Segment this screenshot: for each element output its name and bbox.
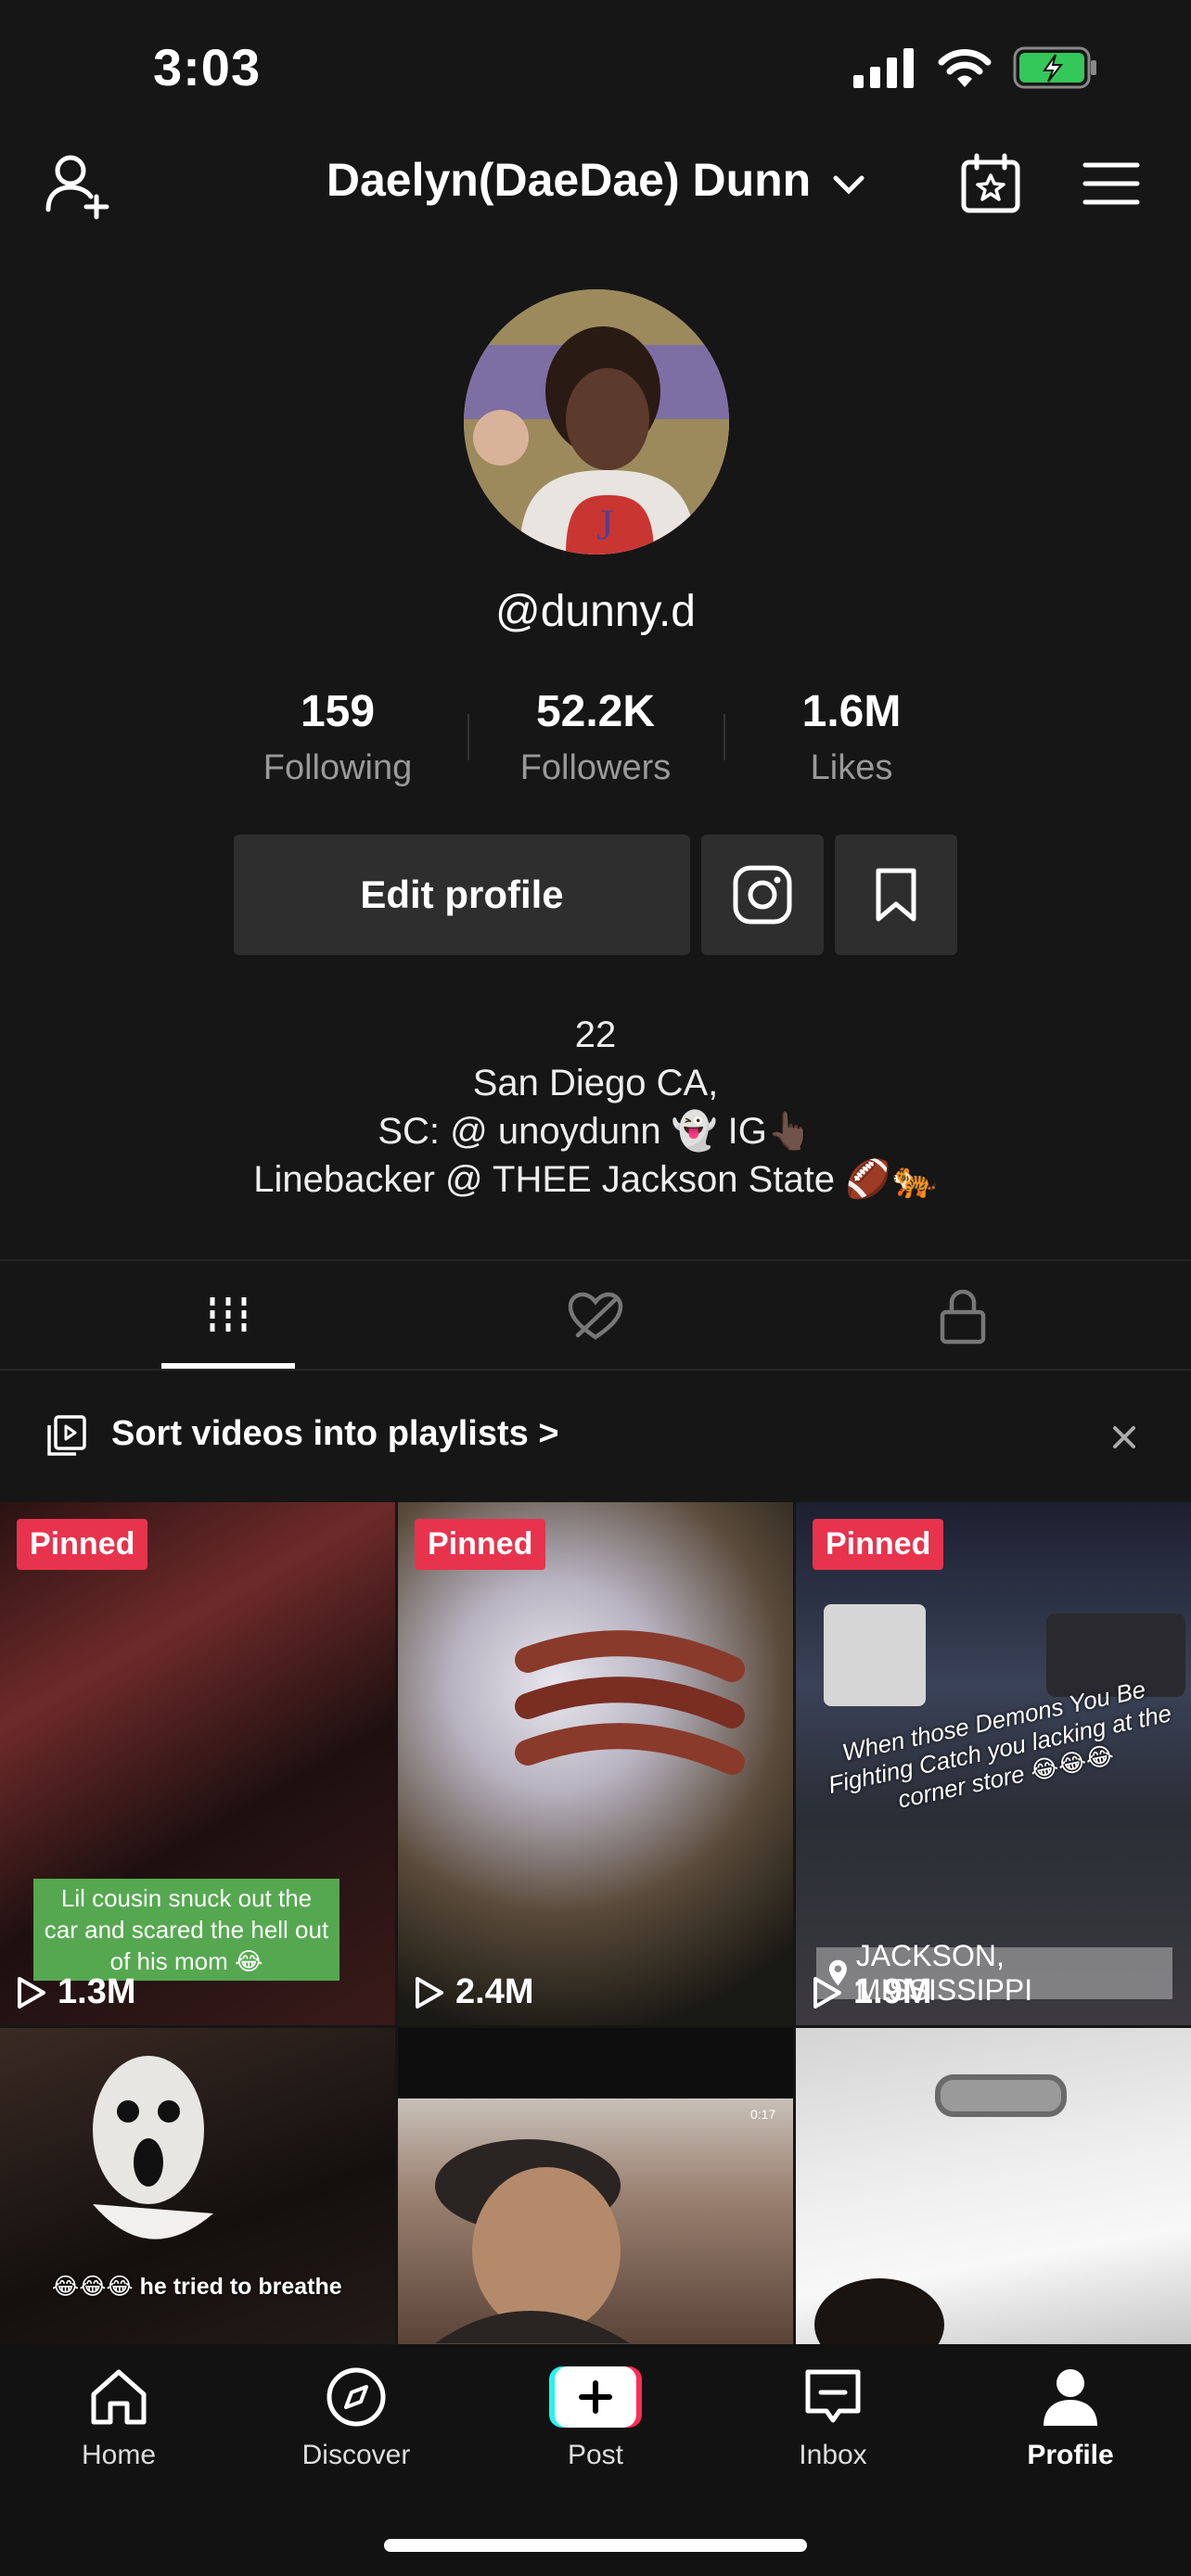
avatar[interactable]: J [464, 289, 729, 555]
bio-line: 22 [574, 1014, 617, 1055]
chevron-down-icon [833, 153, 864, 207]
profile-name: Daelyn(DaeDae) Dunn [326, 154, 812, 206]
video-thumbnail[interactable]: Pinned Lil cousin snuck out the car and … [0, 1502, 395, 2025]
followers-count: 52.2K [535, 687, 656, 736]
instagram-icon [733, 865, 792, 925]
lock-icon [940, 1289, 986, 1345]
status-icons [852, 46, 1098, 89]
sausage-image [515, 1630, 745, 1775]
video-thumbnail[interactable]: When those Demons You Be Fighting Catch … [796, 1502, 1191, 2025]
sort-playlists-link[interactable]: Sort videos into playlists > [111, 1414, 559, 1454]
video-thumbnail[interactable]: 😂😂😂 he tried to breathe [0, 2028, 395, 2344]
bio-line: SC: @ unoydunn 👻 IG👆🏿 [378, 1111, 813, 1152]
play-icon [416, 1976, 443, 2009]
bio-line: San Diego CA, [472, 1063, 719, 1103]
followers-label: Followers [519, 748, 672, 787]
nav-inbox[interactable]: Inbox [714, 2365, 952, 2471]
tab-private[interactable] [896, 1270, 1030, 1363]
person-head-image [814, 2278, 944, 2344]
home-icon [91, 2369, 147, 2425]
bio-line: Linebacker @ THEE Jackson State 🏈🐅 [253, 1159, 938, 1200]
nav-post[interactable]: Post [477, 2365, 714, 2471]
tabs-divider [0, 1259, 1191, 1261]
video-timestamp: 0:17 [750, 2107, 776, 2122]
home-indicator[interactable] [384, 2539, 807, 2552]
play-icon [813, 1976, 841, 2009]
view-count-value: 1.9M [853, 1972, 932, 2011]
nav-label: Post [567, 2440, 624, 2470]
favorites-button[interactable] [835, 835, 957, 955]
close-icon [1113, 1426, 1135, 1448]
calendar-star-icon [961, 153, 1020, 213]
tab-videos[interactable] [161, 1270, 295, 1363]
video-thumbnail[interactable]: 0:17 [398, 2028, 793, 2344]
person-icon [1044, 2369, 1097, 2426]
video-caption: Lil cousin snuck out the car and scared … [33, 1879, 339, 1981]
view-count-value: 2.4M [455, 1972, 534, 2011]
svg-text:J: J [596, 501, 614, 550]
view-count: 1.3M [15, 1972, 135, 2012]
video-thumbnail[interactable] [796, 2028, 1191, 2344]
pinned-badge: Pinned [415, 1519, 546, 1570]
following-count: 159 [300, 687, 376, 736]
edit-profile-button[interactable]: Edit profile [234, 835, 690, 955]
nav-label: Profile [1027, 2440, 1114, 2470]
nav-profile[interactable]: Profile [952, 2365, 1189, 2471]
tab-liked[interactable] [529, 1270, 662, 1363]
view-count-value: 1.3M [58, 1972, 136, 2011]
heart-hidden-icon [568, 1292, 623, 1340]
grid-icon [210, 1297, 247, 1336]
playlist-icon [46, 1414, 87, 1461]
nav-discover[interactable]: Discover [237, 2365, 475, 2471]
tabs-divider [0, 1369, 1191, 1371]
edit-profile-label: Edit profile [360, 873, 564, 916]
battery-charging-icon [1013, 46, 1096, 89]
bio: 22 San Diego CA, SC: @ unoydunn 👻 IG👆🏿 L… [0, 1011, 1191, 1204]
status-time: 3:03 [153, 38, 262, 96]
pinned-badge: Pinned [17, 1519, 148, 1570]
compass-icon [327, 2367, 386, 2427]
view-count: 1.9M [811, 1972, 931, 2012]
bookmark-icon [876, 868, 916, 922]
person-image [435, 2139, 630, 2343]
cellular-signal-icon [853, 48, 914, 88]
car-handle-image [935, 2074, 1067, 2117]
nav-label: Home [81, 2440, 157, 2470]
followers-stat[interactable]: 52.2K Followers [467, 686, 724, 788]
following-label: Following [263, 748, 413, 787]
van-image [824, 1604, 926, 1706]
pinned-badge: Pinned [813, 1519, 944, 1570]
inbox-icon [805, 2369, 861, 2423]
video-thumbnail[interactable]: Pinned 2.4M [398, 1502, 793, 2025]
mask-image [93, 2056, 213, 2239]
likes-stat[interactable]: 1.6M Likes [724, 686, 980, 788]
creator-tools-button[interactable] [955, 148, 1026, 219]
wifi-icon [938, 49, 992, 87]
instagram-button[interactable] [701, 835, 824, 955]
nav-home[interactable]: Home [0, 2365, 237, 2471]
likes-count: 1.6M [801, 687, 902, 736]
likes-label: Likes [810, 748, 893, 787]
nav-label: Inbox [799, 2440, 867, 2470]
profile-handle: @dunny.d [495, 587, 696, 636]
hamburger-menu-icon [1082, 162, 1140, 205]
play-icon [18, 1976, 45, 2009]
plus-icon [549, 2366, 642, 2428]
following-stat[interactable]: 159 Following [210, 686, 466, 788]
view-count: 2.4M [413, 1972, 533, 2012]
menu-button[interactable] [1076, 148, 1146, 219]
close-playlist-banner-button[interactable] [1104, 1417, 1145, 1458]
video-caption: 😂😂😂 he tried to breathe [52, 2274, 342, 2300]
nav-label: Discover [301, 2440, 411, 2470]
